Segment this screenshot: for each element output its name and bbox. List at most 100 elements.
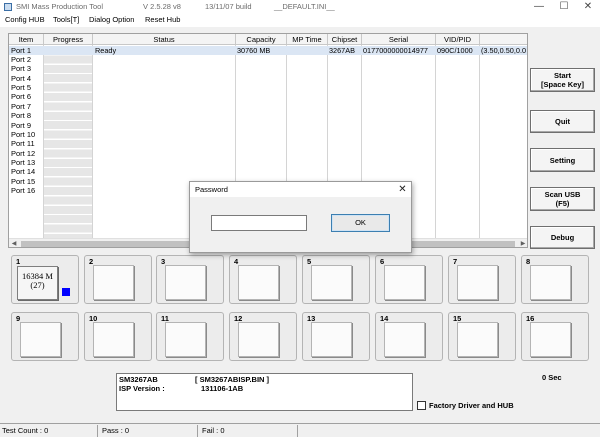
port-item[interactable]: Port 3: [11, 64, 31, 73]
close-button[interactable]: ✕: [577, 0, 599, 14]
port-serial: 0177000000014977: [363, 46, 428, 55]
slot-display: [238, 322, 279, 357]
factory-driver-label[interactable]: Factory Driver and HUB: [429, 401, 514, 410]
test-count: Test Count : 0: [0, 425, 98, 437]
isp-file-name: [ SM3267ABISP.BIN ]: [195, 375, 270, 384]
app-icon: [4, 3, 12, 11]
scan-usb-button[interactable]: Scan USB (F5): [530, 187, 595, 211]
password-dialog: Password ✕ OK: [189, 181, 412, 253]
column-divider: [92, 45, 93, 238]
slot-number: 1: [16, 257, 21, 266]
version-text: V 2.5.28 v8: [143, 2, 181, 11]
debug-button[interactable]: Debug: [530, 226, 595, 249]
port-item[interactable]: Port 12: [11, 149, 35, 158]
port-capacity: 30760 MB: [237, 46, 271, 55]
port-slot-9[interactable]: 9: [11, 312, 79, 361]
slot-display: [93, 322, 134, 357]
port-item[interactable]: Port 2: [11, 55, 31, 64]
ok-button[interactable]: OK: [331, 214, 390, 232]
minimize-button[interactable]: —: [528, 0, 550, 14]
port-extra-info: (3.50,0.50,0.0: [481, 46, 527, 55]
port-item[interactable]: Port 14: [11, 167, 35, 176]
slot-display: [20, 322, 61, 357]
model-name: SM3267AB: [119, 375, 158, 384]
column-header-progress[interactable]: Progress: [44, 34, 93, 45]
menu-config-hub[interactable]: Config HUB: [5, 15, 45, 24]
elapsed-timer: 0 Sec: [542, 373, 562, 382]
fail-count: Fail : 0: [200, 425, 298, 437]
port-slot-13[interactable]: 13: [302, 312, 370, 361]
column-divider: [435, 45, 436, 238]
column-header-item[interactable]: Item: [9, 34, 44, 45]
slot-display: [384, 322, 425, 357]
port-item[interactable]: Port 10: [11, 130, 35, 139]
column-header-status[interactable]: Status: [93, 34, 236, 45]
port-item[interactable]: Port 6: [11, 92, 31, 101]
port-item[interactable]: Port 16: [11, 186, 35, 195]
port-slot-6[interactable]: 6: [375, 255, 443, 304]
port-item[interactable]: Port 4: [11, 74, 31, 83]
password-input[interactable]: [211, 215, 307, 231]
close-icon[interactable]: ✕: [394, 182, 411, 197]
port-item[interactable]: Port 7: [11, 102, 31, 111]
menu-bar: Config HUB Tools[T] Dialog Option Reset …: [0, 14, 600, 27]
slot-display: [530, 322, 571, 357]
slot-display: [93, 265, 134, 300]
port-item[interactable]: Port 15: [11, 177, 35, 186]
dialog-title-bar: Password ✕: [190, 182, 411, 197]
factory-driver-checkbox[interactable]: [417, 401, 426, 410]
quit-button[interactable]: Quit: [530, 110, 595, 133]
progress-column: [44, 46, 92, 238]
port-slot-5[interactable]: 5: [302, 255, 370, 304]
port-slot-14[interactable]: 14: [375, 312, 443, 361]
column-divider: [43, 45, 44, 238]
port-item[interactable]: Port 1: [11, 46, 31, 55]
start-button[interactable]: Start [Space Key]: [530, 68, 595, 92]
config-file-text: __DEFAULT.INI__: [274, 2, 335, 11]
maximize-button[interactable]: ☐: [553, 0, 575, 14]
port-item[interactable]: Port 13: [11, 158, 35, 167]
port-item[interactable]: Port 5: [11, 83, 31, 92]
column-header-chipset[interactable]: Chipset: [328, 34, 362, 45]
dialog-title: Password: [195, 185, 228, 194]
column-header-mp-time[interactable]: MP Time: [287, 34, 328, 45]
port-item[interactable]: Port 8: [11, 111, 31, 120]
scroll-left-icon[interactable]: ◀: [9, 239, 19, 247]
info-panel: SM3267AB [ SM3267ABISP.BIN ] ISP Version…: [116, 373, 413, 411]
pass-count: Pass : 0: [100, 425, 198, 437]
port-slot-7[interactable]: 7: [448, 255, 516, 304]
menu-reset-hub[interactable]: Reset Hub: [145, 15, 180, 24]
port-slot-15[interactable]: 15: [448, 312, 516, 361]
setting-button[interactable]: Setting: [530, 148, 595, 172]
menu-dialog-option[interactable]: Dialog Option: [89, 15, 134, 24]
port-slot-8[interactable]: 8: [521, 255, 589, 304]
build-text: 13/11/07 build: [205, 2, 252, 11]
slot-display: [238, 265, 279, 300]
column-header-vid-pid[interactable]: VID/PID: [436, 34, 480, 45]
port-item[interactable]: Port 11: [11, 139, 35, 148]
slot-display: [165, 322, 206, 357]
port-slot-10[interactable]: 10: [84, 312, 152, 361]
port-slot-12[interactable]: 12: [229, 312, 297, 361]
port-slot-1[interactable]: 1 16384 M (27): [11, 255, 79, 304]
port-slot-16[interactable]: 16: [521, 312, 589, 361]
isp-version-value: 131106-1AB: [201, 384, 244, 393]
port-item[interactable]: Port 9: [11, 121, 31, 130]
menu-tools[interactable]: Tools[T]: [53, 15, 79, 24]
column-header-extra[interactable]: [480, 34, 527, 45]
port-slot-11[interactable]: 11: [156, 312, 224, 361]
column-header-serial[interactable]: Serial: [362, 34, 436, 45]
column-divider: [479, 45, 480, 238]
slot-display: [457, 322, 498, 357]
slot-display: [530, 265, 571, 300]
column-header-capacity[interactable]: Capacity: [236, 34, 287, 45]
scroll-right-icon[interactable]: ▶: [518, 239, 527, 247]
status-bar: Test Count : 0 Pass : 0 Fail : 0: [0, 423, 600, 437]
isp-version-label: ISP Version :: [119, 384, 165, 393]
title-bar: SMI Mass Production Tool V 2.5.28 v8 13/…: [0, 0, 600, 14]
port-slot-3[interactable]: 3: [156, 255, 224, 304]
port-vid-pid: 090C/1000: [437, 46, 473, 55]
port-slot-2[interactable]: 2: [84, 255, 152, 304]
slot-display: [311, 265, 352, 300]
port-slot-4[interactable]: 4: [229, 255, 297, 304]
